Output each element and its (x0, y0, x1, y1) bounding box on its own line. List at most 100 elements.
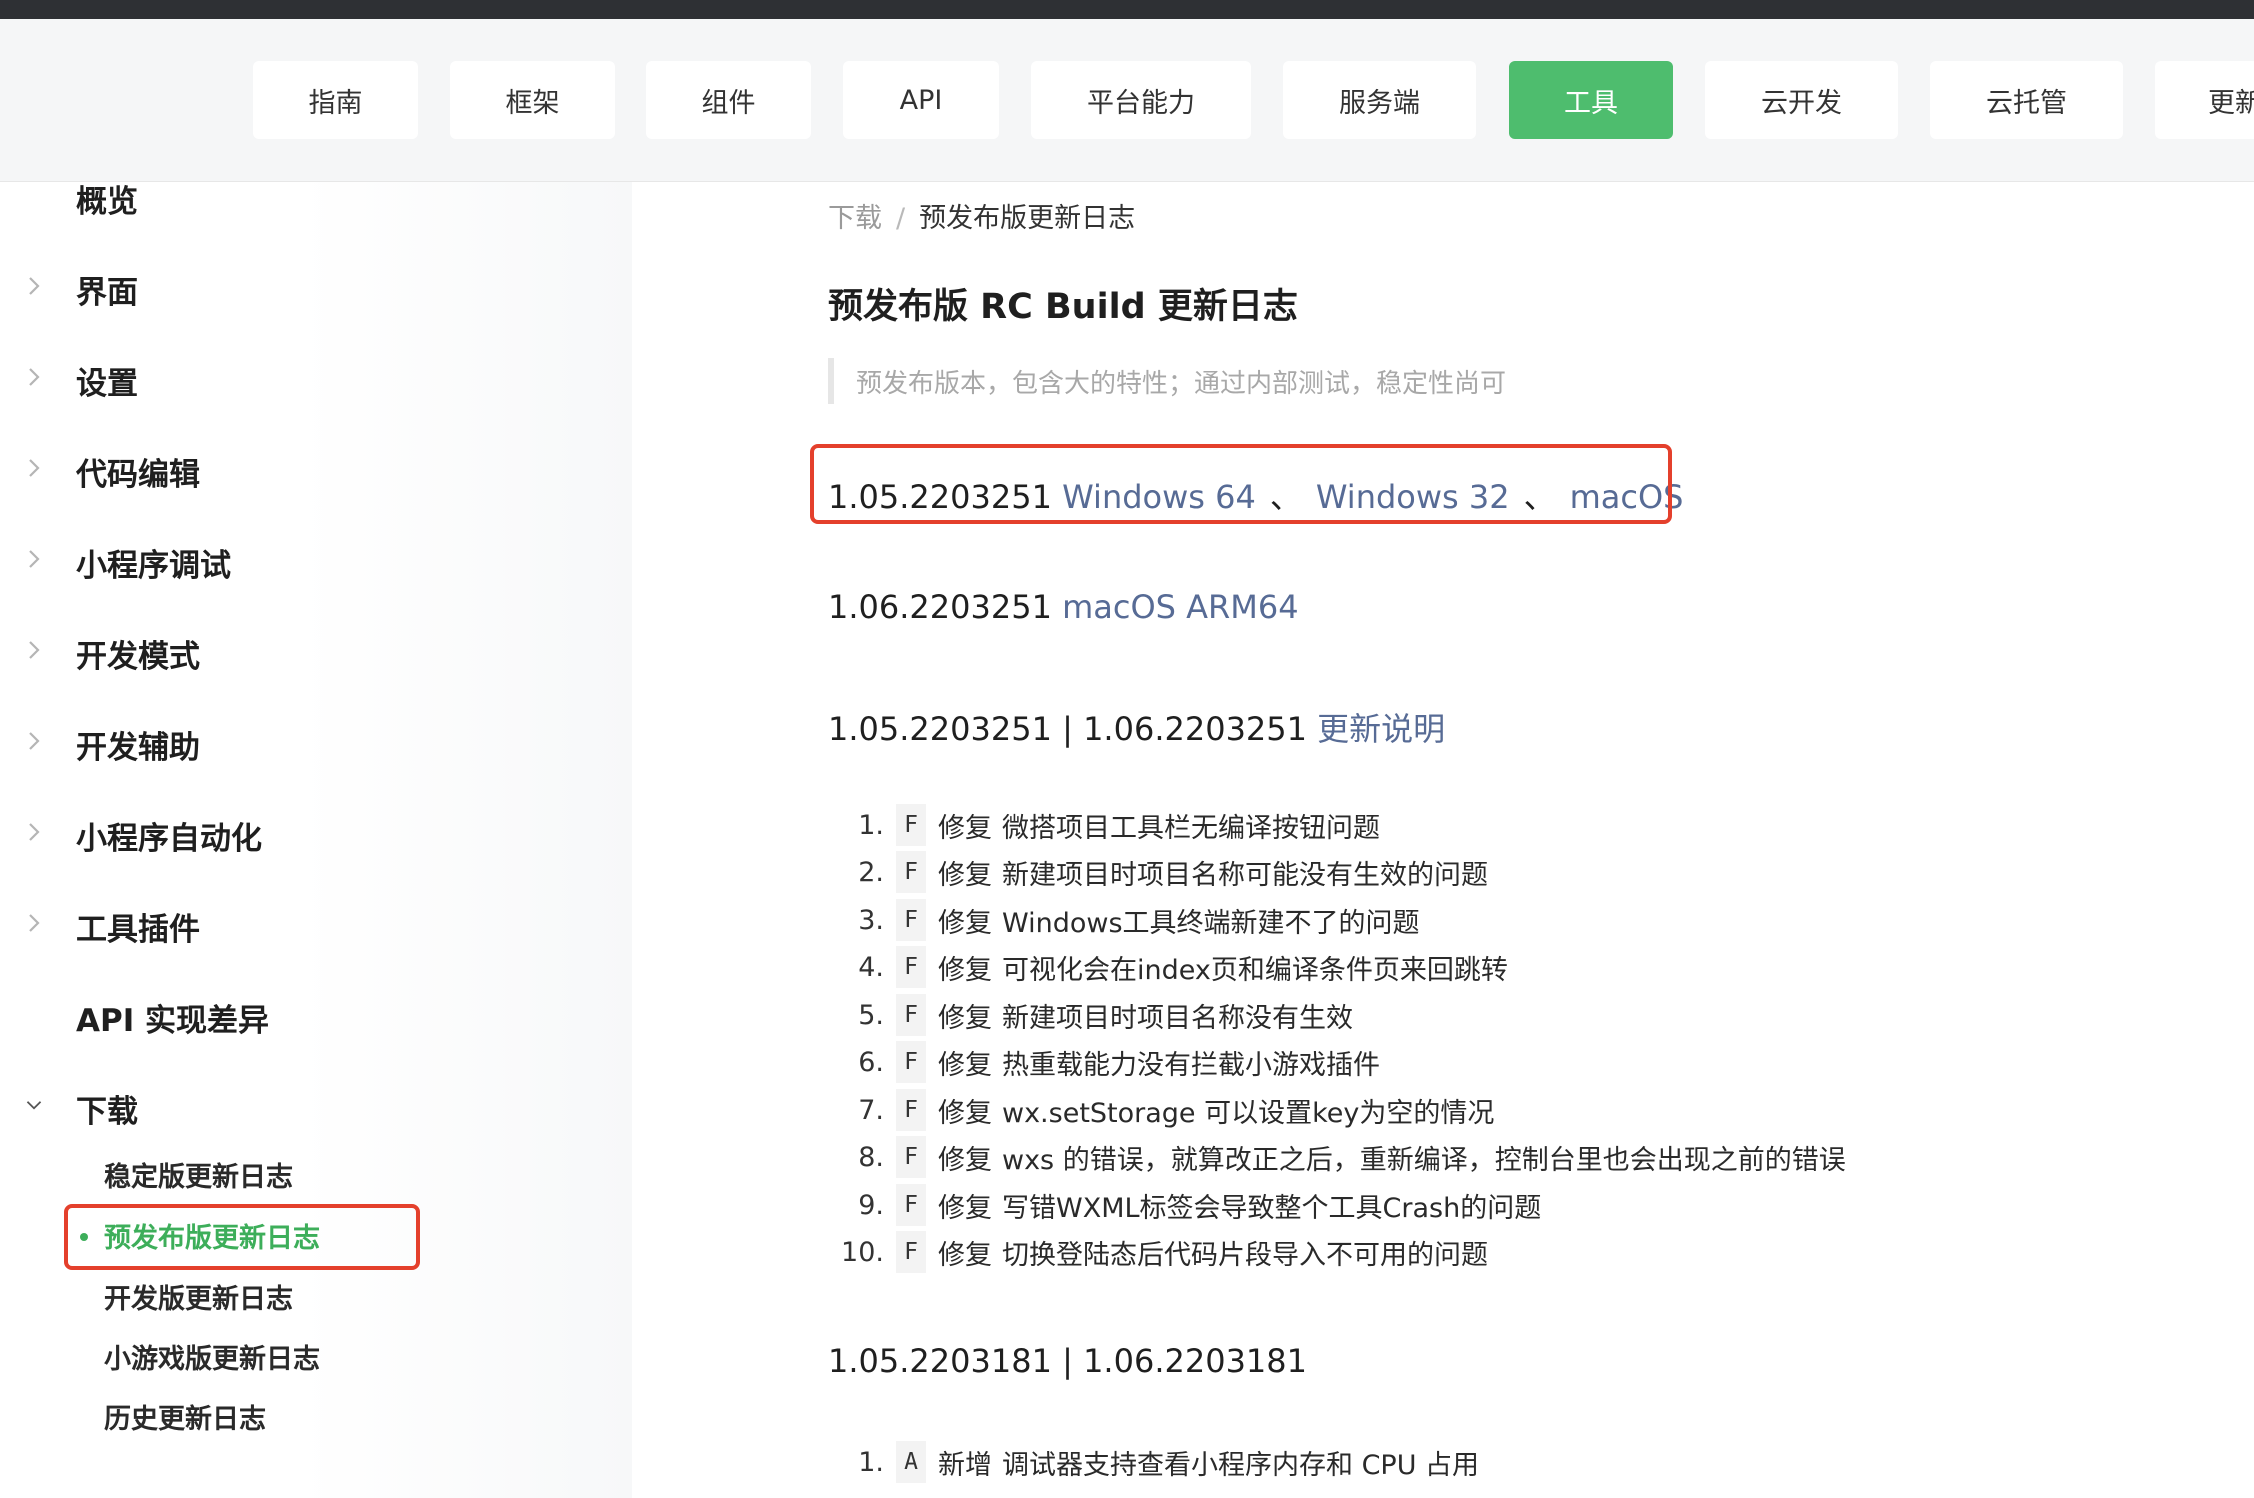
nav-tab-components[interactable]: 组件 (646, 61, 811, 139)
sidebar-item-label: 设置 (76, 366, 138, 402)
main-content: 下载 / 预发布版更新日志 预发布版 RC Build 更新日志 预发布版本，包含大… (632, 182, 2254, 1498)
chevron-right-icon (25, 716, 43, 766)
item-tag: F (896, 899, 926, 941)
item-text: Windows工具终端新建不了的问题 (1002, 907, 1420, 939)
item-number: 5. (858, 999, 884, 1031)
changelog-heading-2: 1.05.2203181 | 1.06.2203181 (828, 1342, 1307, 1380)
sidebar-sub-history-changelog[interactable]: 历史更新日志 (104, 1397, 266, 1436)
sidebar-item-label: 概览 (76, 184, 138, 220)
changelog-version: 1.05.2203181 | 1.06.2203181 (828, 1342, 1307, 1380)
nav-tab-updates[interactable]: 更新 (2155, 61, 2254, 139)
item-number: 4. (858, 951, 884, 983)
changelog-item: 1. F 修复 微搭项目工具栏无编译按钮问题 (828, 802, 1380, 848)
description-quote: 预发布版本，包含大的特性；通过内部测试，稳定性尚可 (828, 358, 1506, 404)
item-kind: 修复 (938, 1002, 992, 1034)
item-kind: 修复 (938, 1192, 992, 1224)
item-number: 9. (858, 1189, 884, 1221)
item-kind: 修复 (938, 907, 992, 939)
item-tag: F (896, 804, 926, 846)
item-kind: 新增 (938, 1449, 992, 1481)
item-number: 8. (858, 1141, 884, 1173)
item-text: 可视化会在index页和编译条件页来回跳转 (1002, 954, 1508, 986)
nav-tab-api[interactable]: API (843, 61, 999, 139)
changelog-heading-1: 1.05.2203251 | 1.06.2203251 更新说明 (828, 704, 1445, 750)
sidebar-item-label: 工具插件 (76, 912, 200, 948)
changelog-item: 4. F 修复 可视化会在index页和编译条件页来回跳转 (828, 944, 1508, 990)
item-tag: F (896, 1089, 926, 1131)
chevron-down-icon (25, 1080, 43, 1130)
changelog-item: 3. F 修复 Windows工具终端新建不了的问题 (828, 897, 1420, 943)
top-navigation: 指南 框架 组件 API 平台能力 服务端 工具 云开发 云托管 更新 (0, 19, 2254, 182)
item-number: 3. (858, 904, 884, 936)
sidebar-item-label: 小程序调试 (76, 548, 231, 584)
highlight-box-downloads (810, 444, 1672, 524)
sidebar-item-label: 界面 (76, 275, 138, 311)
item-tag: F (896, 1184, 926, 1226)
changelog-item: 10. F 修复 切换登陆态后代码片段导入不可用的问题 (828, 1229, 1488, 1275)
item-kind: 修复 (938, 812, 992, 844)
sidebar-sub-dev-changelog[interactable]: 开发版更新日志 (104, 1277, 293, 1316)
nav-tab-tools[interactable]: 工具 (1509, 61, 1673, 139)
item-text: wxs 的错误，就算改正之后，重新编译，控制台里也会出现之前的错误 (1002, 1144, 1846, 1176)
item-tag: F (896, 1041, 926, 1083)
item-kind: 修复 (938, 1144, 992, 1176)
item-text: wx.setStorage 可以设置key为空的情况 (1002, 1097, 1495, 1129)
nav-tab-guide[interactable]: 指南 (253, 61, 418, 139)
item-kind: 修复 (938, 954, 992, 986)
item-text: 微搭项目工具栏无编译按钮问题 (1002, 812, 1380, 844)
nav-tab-cloud-dev[interactable]: 云开发 (1705, 61, 1898, 139)
breadcrumb: 下载 / 预发布版更新日志 (828, 196, 1135, 235)
sidebar-shade (300, 182, 632, 1498)
chevron-right-icon (25, 898, 43, 948)
changelog-version: 1.05.2203251 | 1.06.2203251 (828, 710, 1307, 748)
item-tag: F (896, 851, 926, 893)
chevron-right-icon (25, 807, 43, 857)
changelog-item: 1. A 新增 调试器支持查看小程序内存和 CPU 占用 (828, 1439, 1479, 1485)
chevron-right-icon (25, 443, 43, 493)
item-text: 热重载能力没有拦截小游戏插件 (1002, 1049, 1380, 1081)
item-tag: F (896, 1231, 926, 1273)
item-kind: 修复 (938, 1097, 992, 1129)
sidebar-item-label: 开发模式 (76, 639, 200, 675)
item-number: 2. (858, 856, 884, 888)
item-kind: 修复 (938, 1049, 992, 1081)
release-notes-link[interactable]: 更新说明 (1317, 710, 1445, 748)
sidebar-item-label: 下载 (76, 1094, 138, 1130)
sidebar-item-label: 代码编辑 (76, 457, 200, 493)
item-text: 切换登陆态后代码片段导入不可用的问题 (1002, 1239, 1488, 1271)
page-title: 预发布版 RC Build 更新日志 (828, 287, 1298, 327)
sidebar-item-label: 开发辅助 (76, 730, 200, 766)
changelog-item: 2. F 修复 新建项目时项目名称可能没有生效的问题 (828, 849, 1488, 895)
item-number: 1. (858, 1446, 884, 1478)
changelog-item: 9. F 修复 写错WXML标签会导致整个工具Crash的问题 (828, 1182, 1541, 1228)
changelog-item: 7. F 修复 wx.setStorage 可以设置key为空的情况 (828, 1087, 1494, 1133)
item-tag: F (896, 946, 926, 988)
sidebar: 概览 界面 设置 代码编辑 小程序调试 开发模式 开发辅助 小程序自动化 工具插… (0, 182, 632, 1498)
item-text: 新建项目时项目名称可能没有生效的问题 (1002, 859, 1488, 891)
sidebar-item-label: API 实现差异 (76, 1003, 270, 1039)
item-number: 6. (858, 1046, 884, 1078)
nav-tab-cloud-hosting[interactable]: 云托管 (1930, 61, 2123, 139)
chevron-right-icon (25, 625, 43, 675)
sidebar-sub-minigame-changelog[interactable]: 小游戏版更新日志 (104, 1337, 320, 1376)
sidebar-sub-stable-changelog[interactable]: 稳定版更新日志 (104, 1155, 293, 1194)
item-kind: 修复 (938, 1239, 992, 1271)
item-number: 7. (858, 1094, 884, 1126)
highlight-box-sidebar (64, 1204, 420, 1270)
item-text: 写错WXML标签会导致整个工具Crash的问题 (1002, 1192, 1542, 1224)
breadcrumb-current: 预发布版更新日志 (919, 203, 1136, 234)
nav-tab-server[interactable]: 服务端 (1283, 61, 1476, 139)
sidebar-item-label: 小程序自动化 (76, 821, 262, 857)
download-link-macos-arm64[interactable]: macOS ARM64 (1062, 588, 1299, 626)
breadcrumb-link-download[interactable]: 下载 (828, 203, 882, 234)
nav-tab-platform[interactable]: 平台能力 (1031, 61, 1251, 139)
version-number: 1.06.2203251 (828, 588, 1052, 626)
nav-tab-framework[interactable]: 框架 (450, 61, 615, 139)
item-number: 1. (858, 809, 884, 841)
chevron-right-icon (25, 534, 43, 584)
chevron-right-icon (25, 352, 43, 402)
download-line-2: 1.06.2203251 macOS ARM64 (828, 588, 1299, 626)
item-tag: A (896, 1441, 926, 1483)
chevron-right-icon (25, 261, 43, 311)
changelog-item: 6. F 修复 热重载能力没有拦截小游戏插件 (828, 1039, 1380, 1085)
